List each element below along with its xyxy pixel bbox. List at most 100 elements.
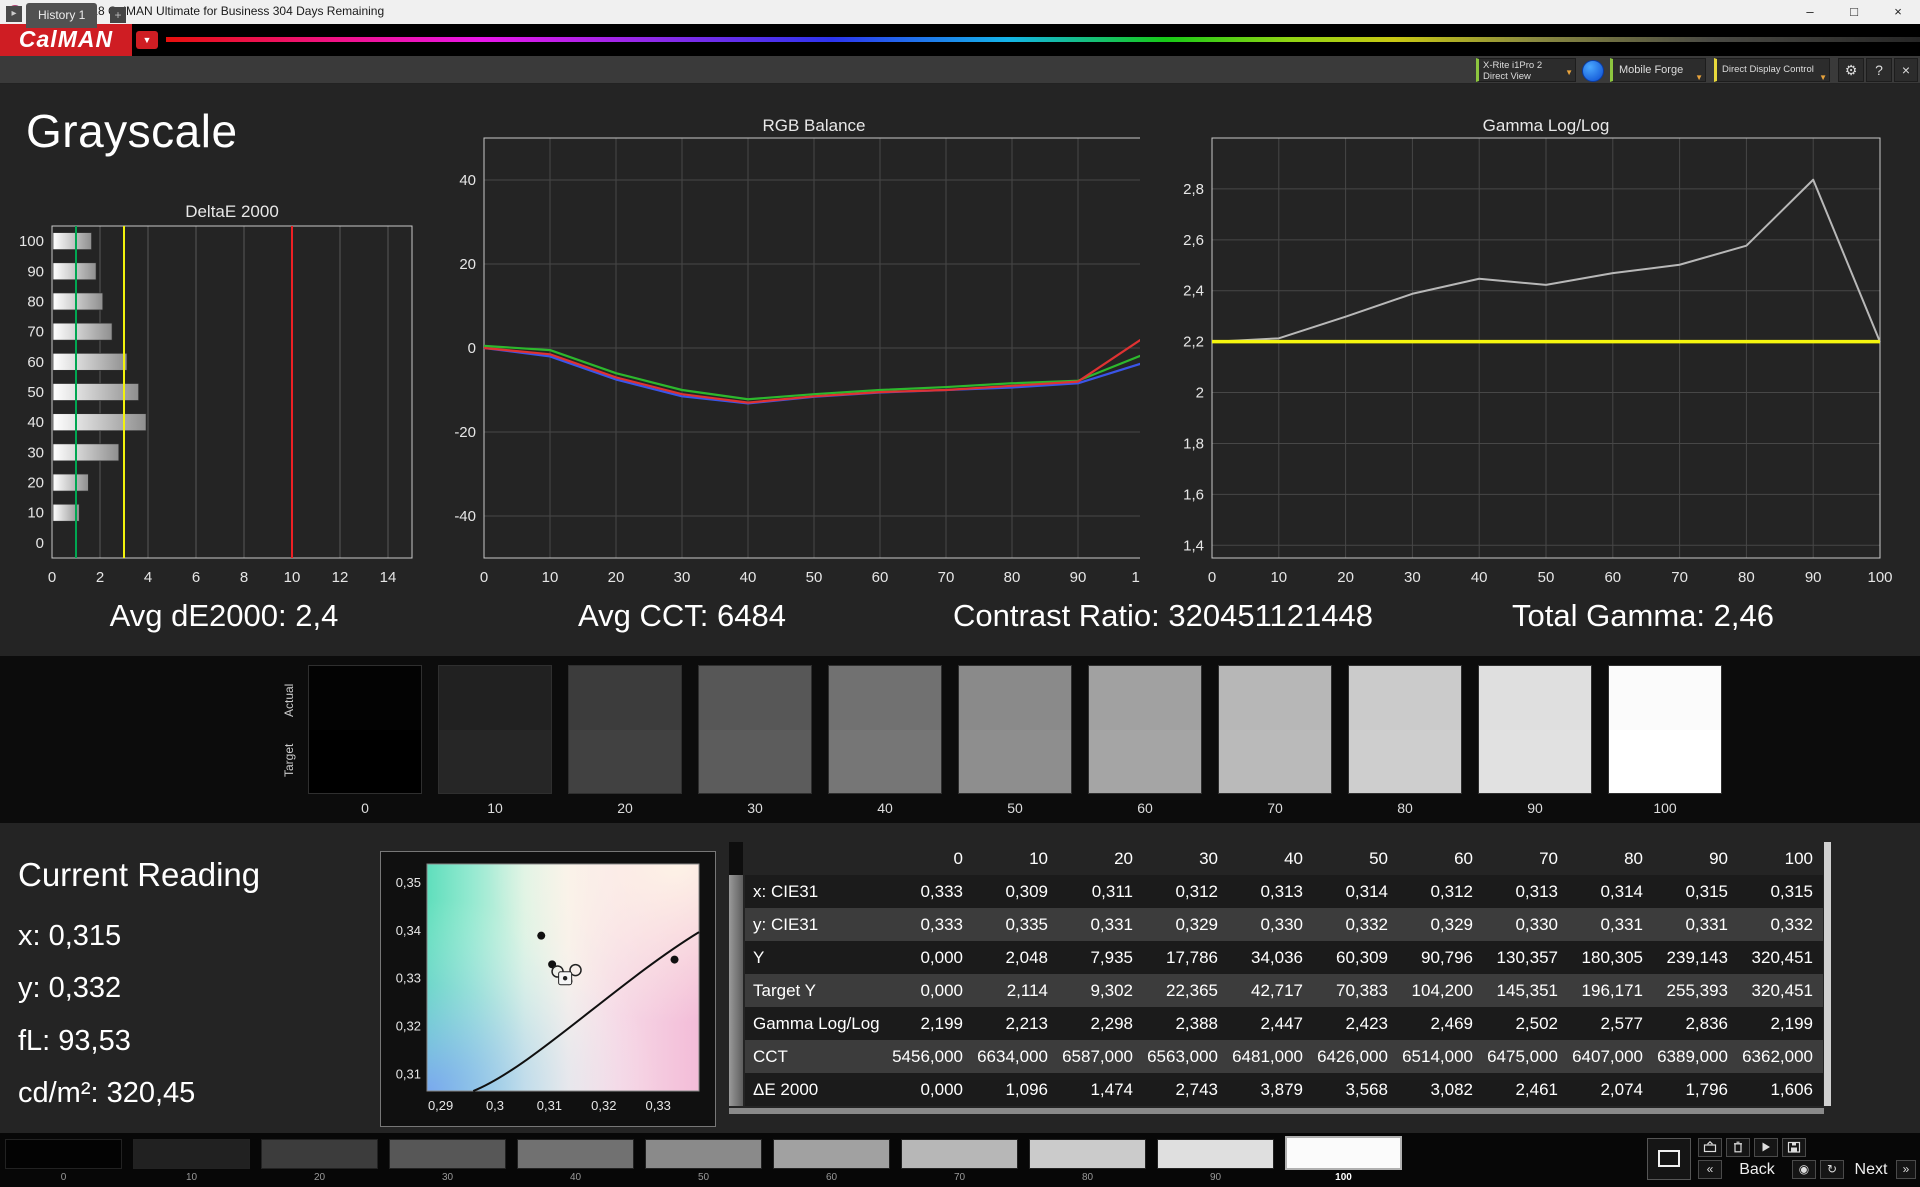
layout-nav-button[interactable]: ▸	[6, 6, 22, 22]
meter-select-button[interactable]: X-Rite i1Pro 2 Direct View ▼	[1476, 58, 1576, 82]
rgb-balance-chart: 0 10 20 30 40 50 60 70 80 90 100 40 20 0 -20 -40	[454, 137, 1140, 586]
reading-fl: fL: 93,53	[18, 1025, 131, 1057]
pattern-level-button-20[interactable]	[261, 1139, 378, 1169]
svg-text:0: 0	[480, 569, 488, 586]
pattern-level-button-80[interactable]	[1029, 1139, 1146, 1169]
pattern-level-label: 30	[441, 1172, 454, 1183]
display-control-button[interactable]: Direct Display Control ▼	[1714, 58, 1830, 82]
close-button[interactable]: ×	[1876, 0, 1920, 24]
pattern-level-label: 80	[1081, 1172, 1094, 1183]
chevrons-right-icon[interactable]: »	[1896, 1160, 1916, 1179]
table-cell: 2,836	[1653, 1007, 1738, 1040]
table-cell: 6587,000	[1058, 1040, 1143, 1073]
swatch-level-label: 50	[1007, 800, 1023, 816]
pattern-level-button-100[interactable]	[1285, 1136, 1402, 1170]
next-button[interactable]: Next	[1848, 1160, 1894, 1179]
pattern-level-button-0[interactable]	[5, 1139, 122, 1169]
svg-text:40: 40	[459, 172, 476, 189]
current-reading-title: Current Reading	[18, 856, 261, 893]
svg-text:20: 20	[459, 256, 476, 273]
minimize-button[interactable]: –	[1788, 0, 1832, 24]
svg-text:90: 90	[27, 263, 44, 280]
chevrons-left-icon[interactable]: «	[1698, 1160, 1722, 1179]
table-horizontal-scrollbar[interactable]	[729, 1108, 1824, 1114]
table-row-label: x: CIE31	[745, 875, 888, 908]
table-cell: 239,143	[1653, 941, 1738, 974]
svg-text:60: 60	[872, 569, 889, 586]
fullscreen-pattern-button[interactable]	[1698, 1138, 1722, 1157]
close-panel-icon[interactable]: ×	[1894, 58, 1918, 82]
table-cell: 320,451	[1738, 941, 1823, 974]
table-vertical-scrollbar[interactable]	[1824, 842, 1831, 1106]
table-col-header: 70	[1539, 849, 1558, 868]
meter-mode: Direct View	[1483, 71, 1531, 82]
pattern-window-button[interactable]	[1647, 1138, 1691, 1180]
pattern-level-button-60[interactable]	[773, 1139, 890, 1169]
help-icon[interactable]: ?	[1866, 58, 1892, 82]
svg-text:0,32: 0,32	[591, 1098, 616, 1113]
swatch-level-label: 40	[877, 800, 893, 816]
table-cell: 2,048	[973, 941, 1058, 974]
pattern-source-label: Mobile Forge	[1619, 64, 1684, 76]
table-corner	[745, 842, 888, 875]
swatch-level-label: 20	[617, 800, 633, 816]
table-col-header: 30	[1199, 849, 1218, 868]
table-cell: 0,313	[1228, 875, 1313, 908]
actual-swatch	[1609, 666, 1721, 730]
svg-text:10: 10	[1270, 569, 1287, 586]
target-icon[interactable]: ◉	[1792, 1160, 1816, 1179]
table-cell: 3,879	[1228, 1073, 1313, 1106]
maximize-button[interactable]: □	[1832, 0, 1876, 24]
calman-logo[interactable]: CalMAN	[0, 24, 132, 56]
table-cell: 70,383	[1313, 974, 1398, 1007]
target-swatch	[439, 729, 551, 793]
target-swatch	[569, 729, 681, 793]
svg-text:4: 4	[144, 569, 152, 586]
table-col-header: 100	[1784, 849, 1813, 868]
settings-gear-icon[interactable]: ⚙	[1838, 58, 1864, 82]
chevron-down-icon: ▼	[1695, 73, 1703, 82]
table-cell: 3,568	[1313, 1073, 1398, 1106]
table-cell: 0,000	[888, 941, 973, 974]
add-tab-button[interactable]: +	[110, 7, 126, 23]
play-button[interactable]	[1754, 1138, 1778, 1157]
table-col-header: 40	[1284, 849, 1303, 868]
table-cell: 6389,000	[1653, 1040, 1738, 1073]
pattern-level-button-30[interactable]	[389, 1139, 506, 1169]
meter-name: X-Rite i1Pro 2	[1483, 60, 1543, 71]
refresh-icon[interactable]: ↻	[1820, 1160, 1844, 1179]
table-cell: 0,331	[1653, 908, 1738, 941]
page-title: Grayscale	[26, 105, 238, 157]
svg-text:2,4: 2,4	[1183, 283, 1204, 300]
grayscale-swatch-40	[828, 665, 942, 794]
svg-text:-40: -40	[454, 508, 476, 525]
tab-history-1[interactable]: History 1	[26, 3, 98, 28]
meter-status-icon[interactable]	[1582, 60, 1604, 82]
pattern-level-button-10[interactable]	[133, 1139, 250, 1169]
pattern-level-button-70[interactable]	[901, 1139, 1018, 1169]
table-cell: 145,351	[1483, 974, 1568, 1007]
pattern-level-button-40[interactable]	[517, 1139, 634, 1169]
spectrum-bar	[166, 37, 1920, 42]
svg-text:6: 6	[192, 569, 200, 586]
delete-button[interactable]	[1726, 1138, 1750, 1157]
pattern-level-label: 50	[697, 1172, 710, 1183]
grayscale-swatch-30	[698, 665, 812, 794]
pattern-source-button[interactable]: Mobile Forge ▼	[1610, 58, 1706, 82]
svg-text:20: 20	[608, 569, 625, 586]
table-cell: 5456,000	[888, 1040, 973, 1073]
pattern-level-button-90[interactable]	[1157, 1139, 1274, 1169]
table-col-header: 20	[1114, 849, 1133, 868]
cie-chart-panel: 0,29 0,3 0,31 0,32 0,33 0,35 0,34 0,33 0,32 0,31	[380, 851, 716, 1127]
swatch-level-label: 100	[1653, 800, 1677, 816]
actual-swatch	[1089, 666, 1201, 730]
save-button[interactable]	[1782, 1138, 1806, 1157]
pattern-level-button-50[interactable]	[645, 1139, 762, 1169]
table-cell: 1,796	[1653, 1073, 1738, 1106]
logo-dropdown-icon[interactable]: ▼	[136, 31, 158, 49]
swatch-level-label: 30	[747, 800, 763, 816]
table-cell: 0,311	[1058, 875, 1143, 908]
table-col-header: 60	[1454, 849, 1473, 868]
back-button[interactable]: Back	[1727, 1160, 1787, 1179]
table-cell: 2,114	[973, 974, 1058, 1007]
